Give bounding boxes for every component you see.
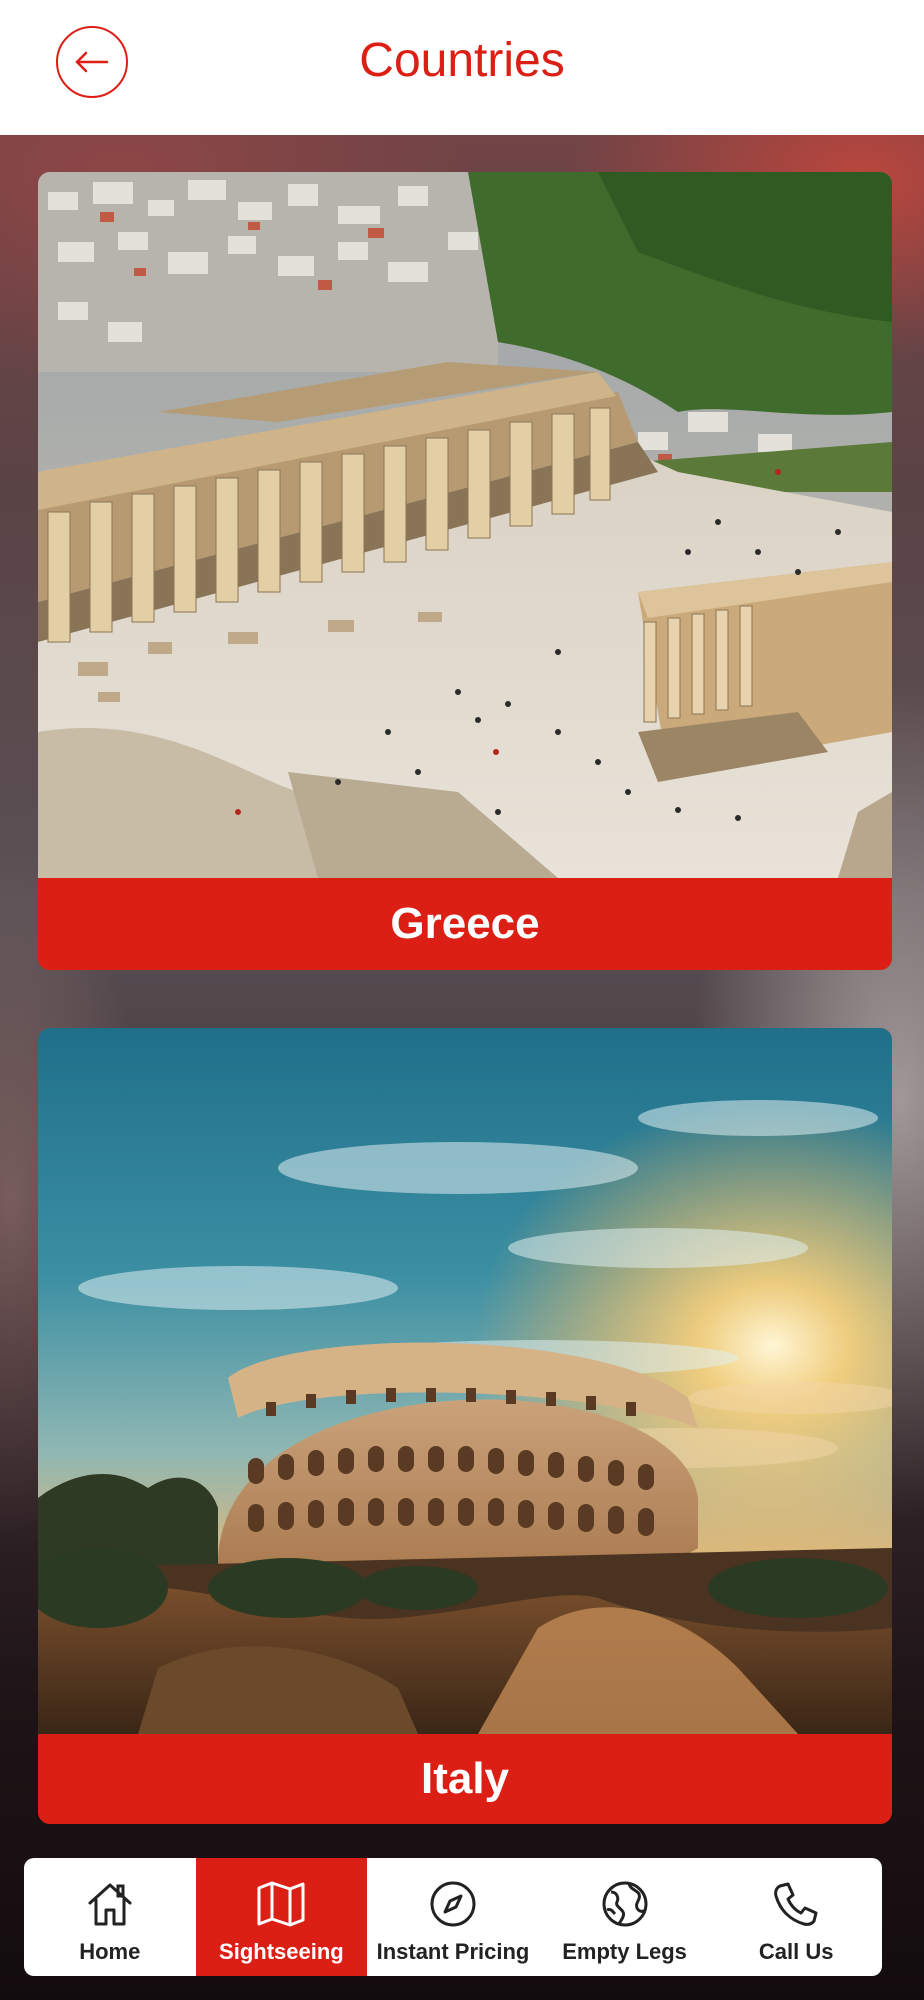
- country-card-italy[interactable]: Italy: [38, 1028, 892, 1824]
- tab-empty-legs[interactable]: Empty Legs: [539, 1858, 711, 1976]
- tab-label: Instant Pricing: [376, 1939, 530, 1964]
- tab-label: Sightseeing: [219, 1939, 344, 1964]
- bottom-tab-bar: Home Sightseeing Instant Pricing Empty L…: [24, 1858, 882, 1976]
- app-header: Countries: [0, 0, 924, 135]
- tab-sightseeing[interactable]: Sightseeing: [195, 1858, 368, 1976]
- tab-instant-pricing[interactable]: Instant Pricing: [367, 1858, 539, 1976]
- tab-label: Home: [79, 1939, 141, 1964]
- page-title: Countries: [359, 34, 565, 87]
- country-label: Greece: [38, 878, 892, 970]
- phone-icon: [774, 1882, 818, 1926]
- tab-call-us[interactable]: Call Us: [710, 1858, 882, 1976]
- home-icon: [88, 1883, 132, 1926]
- tab-label: Empty Legs: [562, 1939, 687, 1964]
- country-label: Italy: [38, 1734, 892, 1824]
- country-card-greece[interactable]: Greece: [38, 172, 892, 970]
- compass-icon: [430, 1881, 476, 1927]
- globe-icon: [602, 1881, 648, 1927]
- tab-home[interactable]: Home: [24, 1858, 196, 1976]
- map-icon: [257, 1881, 305, 1927]
- tab-label: Call Us: [758, 1939, 834, 1964]
- acropolis-parthenon-photo: [38, 172, 892, 878]
- colosseum-sunset-photo: [38, 1028, 892, 1734]
